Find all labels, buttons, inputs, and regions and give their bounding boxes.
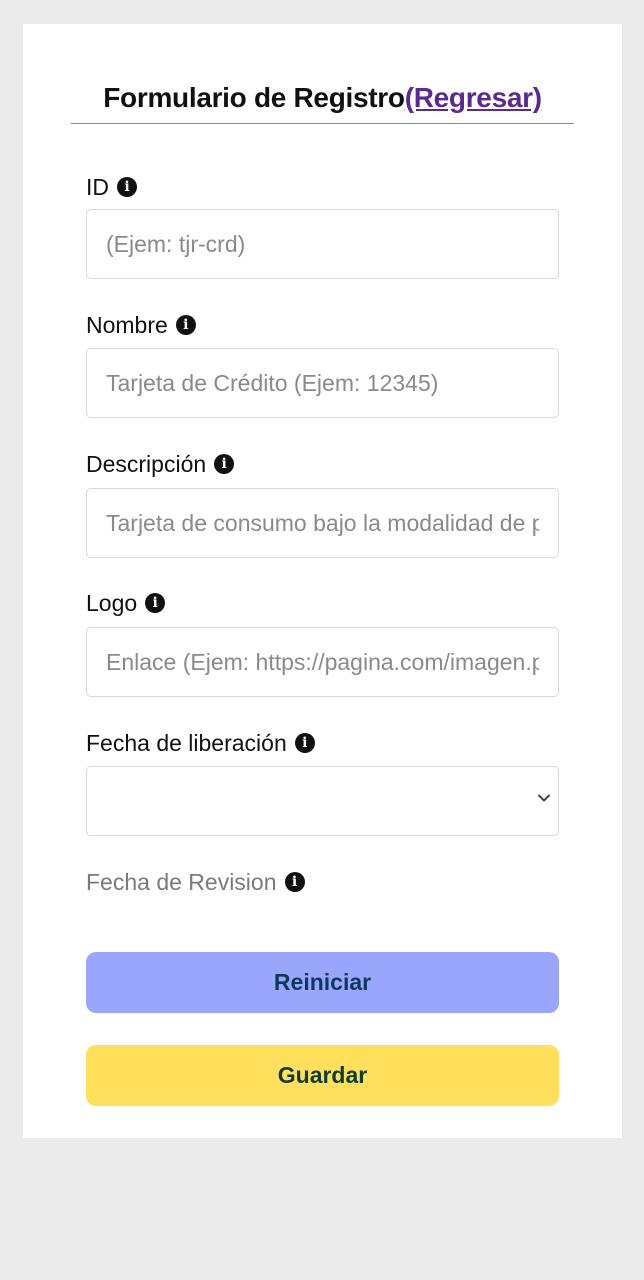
fecha-revision-label-text: Fecha de Revision — [86, 869, 277, 895]
logo-label: Logo i — [86, 588, 166, 618]
id-label-text: ID — [86, 174, 109, 200]
logo-label-text: Logo — [86, 590, 138, 616]
descripcion-input[interactable] — [86, 488, 559, 558]
id-label: ID i — [86, 172, 137, 202]
info-icon[interactable]: i — [117, 177, 137, 197]
descripcion-label: Descripción i — [86, 449, 235, 479]
descripcion-label-text: Descripción — [86, 451, 207, 477]
fecha-liberacion-select[interactable] — [86, 766, 559, 836]
fecha-liberacion-label-text: Fecha de liberación — [86, 730, 287, 756]
info-icon[interactable]: i — [145, 593, 166, 613]
reset-button-label: Reiniciar — [273, 969, 372, 995]
nombre-label: Nombre i — [86, 310, 196, 340]
title-divider — [71, 123, 574, 124]
back-link[interactable]: (Regresar) — [405, 82, 542, 113]
info-icon[interactable]: i — [214, 454, 235, 474]
logo-input[interactable] — [86, 627, 559, 697]
id-input[interactable] — [86, 209, 559, 279]
form-title: Formulario de Registro(Regresar) — [23, 80, 622, 116]
save-button-label: Guardar — [277, 1062, 368, 1088]
info-icon[interactable]: i — [175, 315, 196, 335]
info-icon[interactable]: i — [284, 872, 305, 892]
info-icon[interactable]: i — [294, 733, 315, 753]
registration-form-card: Formulario de Registro(Regresar) ID i No… — [23, 24, 622, 1138]
fecha-liberacion-label: Fecha de liberación i — [86, 728, 315, 758]
fecha-revision-label: Fecha de Revision i — [86, 867, 305, 897]
reset-button[interactable]: Reiniciar — [86, 952, 559, 1013]
nombre-label-text: Nombre — [86, 312, 168, 338]
form-title-text: Formulario de Registro — [103, 82, 405, 113]
save-button[interactable]: Guardar — [86, 1045, 559, 1106]
nombre-input[interactable] — [86, 348, 559, 418]
chevron-down-icon — [538, 794, 550, 802]
